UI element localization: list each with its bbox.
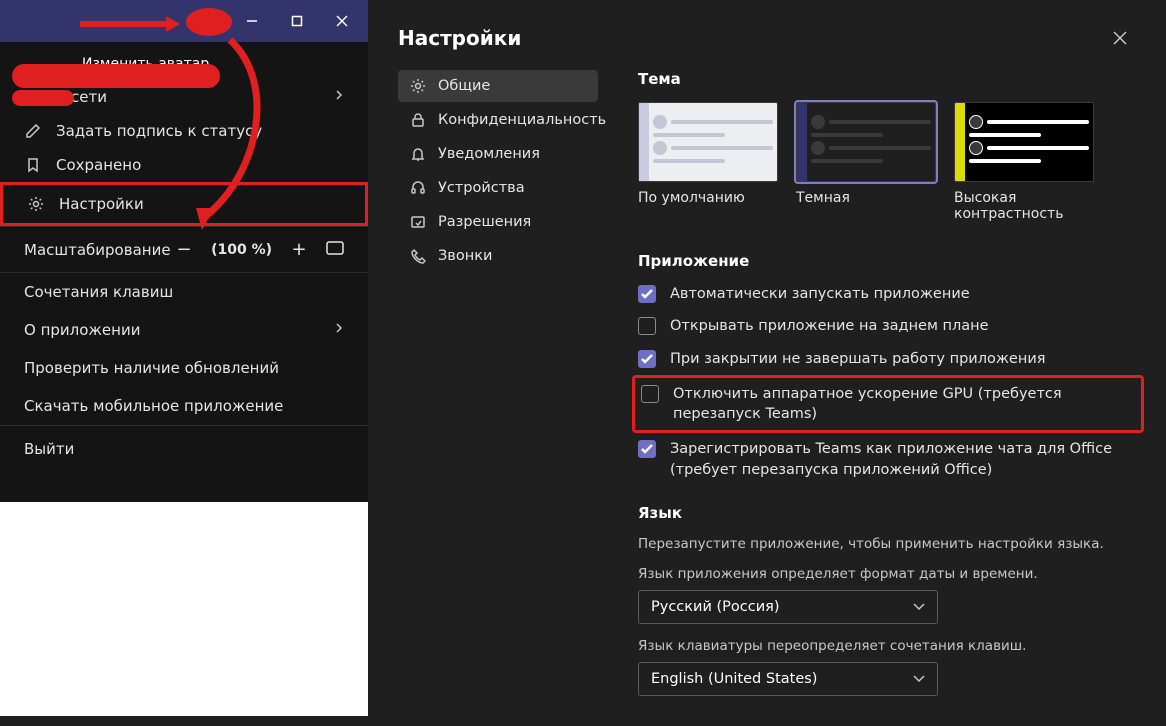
nav-calls-label: Звонки [438,248,492,264]
zoom-value: (100 %) [211,242,272,258]
chevron-down-icon [913,603,925,611]
headset-icon [410,180,426,196]
keyboard-language-dropdown[interactable]: English (United States) [638,662,938,696]
bookmark-icon [24,157,42,173]
option-keep-running: При закрытии не завершать работу приложе… [638,349,1136,369]
settings-panel: Настройки Общие Конфиденциальность Уведо… [368,0,1166,716]
nav-calls[interactable]: Звонки [398,240,598,272]
annotation-highlight-circle [186,8,232,36]
theme-hc-label: Высокая контрастность [954,190,1094,222]
theme-high-contrast[interactable]: Высокая контрастность [954,102,1094,222]
app-language-value: Русский (Россия) [651,599,780,615]
auto-start-label: Автоматически запускать приложение [670,284,1136,304]
option-register-office: Зарегистрировать Teams как приложение ча… [638,439,1136,480]
option-auto-start: Автоматически запускать приложение [638,284,1136,304]
key-icon [410,214,426,230]
annotation-arrow [80,14,180,34]
edit-icon [24,123,42,139]
set-status-label: Задать подпись к статусу [56,122,262,140]
register-office-label: Зарегистрировать Teams как приложение ча… [670,439,1136,480]
download-mobile-row[interactable]: Скачать мобильное приложение [0,387,368,425]
chevron-down-icon [913,675,925,683]
settings-close-button[interactable] [1104,22,1136,54]
settings-title: Настройки [398,26,521,50]
shortcuts-row[interactable]: Сочетания клавиш [0,273,368,311]
exit-label: Выйти [24,440,74,458]
theme-default-label: По умолчанию [638,190,778,206]
check-updates-label: Проверить наличие обновлений [24,359,279,377]
theme-hc-thumb [954,102,1094,182]
bell-icon [410,146,426,162]
saved-label: Сохранено [56,156,141,174]
app-lang-label: Язык приложения определяет формат даты и… [638,566,1136,582]
lock-icon [410,112,426,128]
theme-dark[interactable]: Темная [796,102,936,222]
nav-notifications[interactable]: Уведомления [398,138,598,170]
chevron-right-icon [334,321,344,339]
option-open-background: Открывать приложение на заднем плане [638,316,1136,336]
nav-privacy[interactable]: Конфиденциальность [398,104,598,136]
theme-default[interactable]: По умолчанию [638,102,778,222]
settings-header: Настройки [368,0,1166,70]
about-label: О приложении [24,321,140,339]
close-window-button[interactable] [319,0,364,42]
zoom-in-button[interactable]: + [290,239,308,260]
annotation-redaction [12,90,74,106]
nav-permissions-label: Разрешения [438,214,531,230]
app-section-title: Приложение [638,252,1136,270]
zoom-row: Масштабирование − (100 %) + [0,226,368,273]
lang-note: Перезапустите приложение, чтобы применит… [638,536,1136,552]
keyboard-language-value: English (United States) [651,671,817,687]
nav-devices[interactable]: Устройства [398,172,598,204]
minimize-button[interactable] [229,0,274,42]
gear-icon [27,196,45,212]
checkbox-keep-running[interactable] [638,350,656,368]
app-options: Автоматически запускать приложение Откры… [638,284,1136,480]
checkbox-disable-gpu[interactable] [641,385,659,403]
download-mobile-label: Скачать мобильное приложение [24,397,283,415]
theme-default-thumb [638,102,778,182]
settings-row[interactable]: Настройки [0,182,368,226]
exit-row[interactable]: Выйти [0,425,368,472]
nav-general[interactable]: Общие [398,70,598,102]
checkbox-auto-start[interactable] [638,285,656,303]
phone-icon [410,248,426,264]
set-status-message[interactable]: Задать подпись к статусу [0,114,368,148]
check-updates-row[interactable]: Проверить наличие обновлений [0,349,368,387]
gear-icon [410,78,426,94]
theme-section-title: Тема [638,70,1136,88]
chevron-right-icon [334,88,344,106]
theme-dark-thumb [796,102,936,182]
app-language-dropdown[interactable]: Русский (Россия) [638,590,938,624]
nav-general-label: Общие [438,78,490,94]
saved-row[interactable]: Сохранено [0,148,368,182]
nav-permissions[interactable]: Разрешения [398,206,598,238]
zoom-out-button[interactable]: − [175,239,193,260]
lang-section-title: Язык [638,504,1136,522]
theme-options: По умолчанию Темная [638,102,1136,222]
nav-privacy-label: Конфиденциальность [438,112,606,128]
fullscreen-icon[interactable] [326,241,344,259]
zoom-label: Масштабирование [24,241,171,259]
open-background-label: Открывать приложение на заднем плане [670,316,1136,336]
about-row[interactable]: О приложении [0,311,368,349]
settings-label: Настройки [59,195,144,213]
shortcuts-label: Сочетания клавиш [24,283,173,301]
checkbox-register-office[interactable] [638,440,656,458]
maximize-button[interactable] [274,0,319,42]
titlebar [0,0,368,42]
nav-devices-label: Устройства [438,180,525,196]
empty-area [0,502,368,716]
option-disable-gpu: Отключить аппаратное ускорение GPU (треб… [632,375,1144,434]
theme-dark-label: Темная [796,190,936,206]
kbd-lang-label: Язык клавиатуры переопределяет сочетания… [638,638,1136,654]
disable-gpu-label: Отключить аппаратное ускорение GPU (треб… [673,384,1133,425]
keep-running-label: При закрытии не завершать работу приложе… [670,349,1136,369]
checkbox-open-background[interactable] [638,317,656,335]
settings-nav: Общие Конфиденциальность Уведомления Уст… [398,70,598,696]
nav-notifications-label: Уведомления [438,146,540,162]
settings-content: Тема По умолчанию [638,70,1136,696]
annotation-redaction [12,64,220,88]
